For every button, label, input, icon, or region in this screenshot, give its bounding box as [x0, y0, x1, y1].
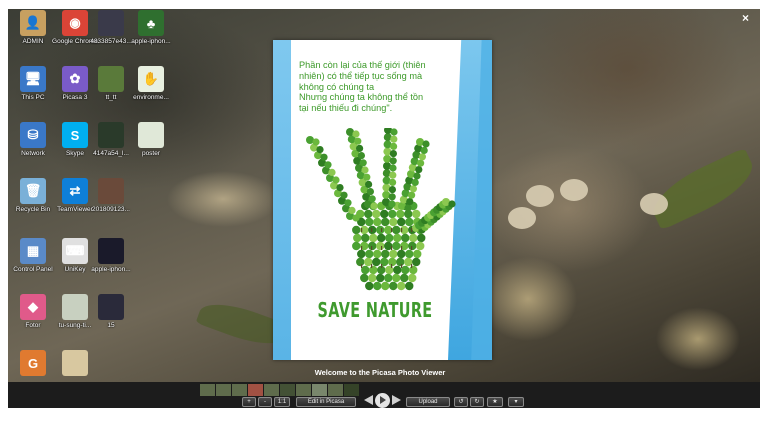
desktop-icon-label: poster — [141, 150, 161, 157]
quote-line: tại nếu thiếu đi chúng". — [299, 103, 393, 114]
quote-line: nhiên) có thể tiếp tục sống mà — [299, 70, 423, 81]
more-options-button[interactable]: ▾ — [508, 397, 524, 407]
desktop-icon-image — [62, 350, 88, 376]
desktop-icon-label: apple-iphon... — [131, 38, 171, 45]
background-leaf — [644, 147, 760, 231]
play-icon[interactable] — [374, 392, 390, 408]
desktop-icon-label: environme... — [133, 94, 169, 101]
desktop-icon[interactable]: 15 — [86, 294, 136, 329]
thumbnail[interactable] — [312, 384, 327, 396]
thumbnail[interactable] — [200, 384, 215, 396]
desktop-icon[interactable]: ✋ environme... — [126, 66, 176, 101]
thumbnail[interactable] — [296, 384, 311, 396]
background-nut — [508, 207, 536, 229]
welcome-text: Welcome to the Picasa Photo Viewer — [314, 368, 446, 377]
screen: 👤 ADMIN ◉ Google Chrome 4833857e43... ♣ apple-… — [0, 0, 767, 422]
next-icon[interactable] — [391, 395, 401, 405]
desktop-icon-image: ✿ — [62, 66, 88, 92]
background-nut — [526, 185, 554, 207]
desktop-icon-image: ◆ — [20, 294, 46, 320]
tree-hand-icon — [306, 128, 456, 291]
desktop-icon-image: 🖥 — [20, 66, 46, 92]
quote-line: không có chúng ta — [299, 81, 375, 92]
desktop-icon-image: ✋ — [138, 66, 164, 92]
desktop-icon-image — [98, 294, 124, 320]
quote-line: Phần còn lại của thế giới (thiên — [299, 60, 426, 70]
desktop-icon-image: ♣ — [138, 10, 164, 36]
thumbnail[interactable] — [248, 384, 263, 396]
desktop-icon[interactable]: apple-iphon... — [86, 238, 136, 273]
desktop-icon-image: ⇄ — [62, 178, 88, 204]
star-button[interactable]: ★ — [487, 397, 503, 407]
actual-size-button[interactable]: 1:1 — [274, 397, 290, 407]
rotate-right-button[interactable]: ↻ — [470, 397, 484, 407]
desktop-icon-image — [98, 66, 124, 92]
quote-line: Nhưng chúng ta không thể tồn — [299, 92, 424, 103]
desktop-icon-label: 15 — [107, 322, 115, 329]
desktop-icon-image: ⌨ — [62, 238, 88, 264]
desktop-icon-image — [62, 294, 88, 320]
desktop-icon-image: S — [62, 122, 88, 148]
previous-icon[interactable] — [363, 395, 373, 405]
desktop-icon-image — [98, 10, 124, 36]
background-nut — [560, 179, 588, 201]
thumbnail[interactable] — [328, 384, 343, 396]
photo-display: Phần còn lại của thế giới (thiên nhiên) … — [273, 40, 492, 360]
close-icon[interactable]: × — [742, 11, 749, 25]
edit-in-picasa-button[interactable]: Edit in Picasa — [296, 397, 356, 407]
thumbnail[interactable] — [344, 384, 359, 396]
thumbnail[interactable] — [232, 384, 247, 396]
desktop-icon[interactable]: ♣ apple-iphon... — [126, 10, 176, 45]
zoom-in-button[interactable]: + — [242, 397, 256, 407]
upload-button[interactable]: Upload — [406, 397, 450, 407]
photo-title: SAVE NATURE — [317, 298, 433, 322]
desktop-icon-image: ◉ — [62, 10, 88, 36]
desktop-icon-image: 🗑 — [20, 178, 46, 204]
slideshow-controls[interactable] — [362, 392, 402, 408]
photo-quote: Phần còn lại của thế giới (thiên nhiên) … — [299, 60, 459, 114]
desktop-icon-image: ▦ — [20, 238, 46, 264]
background-nut — [640, 193, 668, 215]
photo-left-stripe — [273, 40, 291, 360]
desktop-icon-label: 201809123... — [92, 206, 130, 213]
desktop-icon-image: 👤 — [20, 10, 46, 36]
thumbnail[interactable] — [216, 384, 231, 396]
desktop-icon-image — [98, 122, 124, 148]
desktop-icon[interactable] — [50, 350, 100, 378]
thumbnail[interactable] — [280, 384, 295, 396]
desktop-icon-image: G — [20, 350, 46, 376]
desktop-icon[interactable]: 201809123... — [86, 178, 136, 213]
desktop-icon-image — [98, 238, 124, 264]
thumbnail[interactable] — [264, 384, 279, 396]
desktop-icon-image: ⛁ — [20, 122, 46, 148]
desktop-icon-image — [138, 122, 164, 148]
desktop-icon-label: apple-iphon... — [91, 266, 131, 273]
desktop-icon[interactable]: poster — [126, 122, 176, 157]
zoom-out-button[interactable]: - — [258, 397, 272, 407]
rotate-left-button[interactable]: ↺ — [454, 397, 468, 407]
desktop-icon-image — [98, 178, 124, 204]
